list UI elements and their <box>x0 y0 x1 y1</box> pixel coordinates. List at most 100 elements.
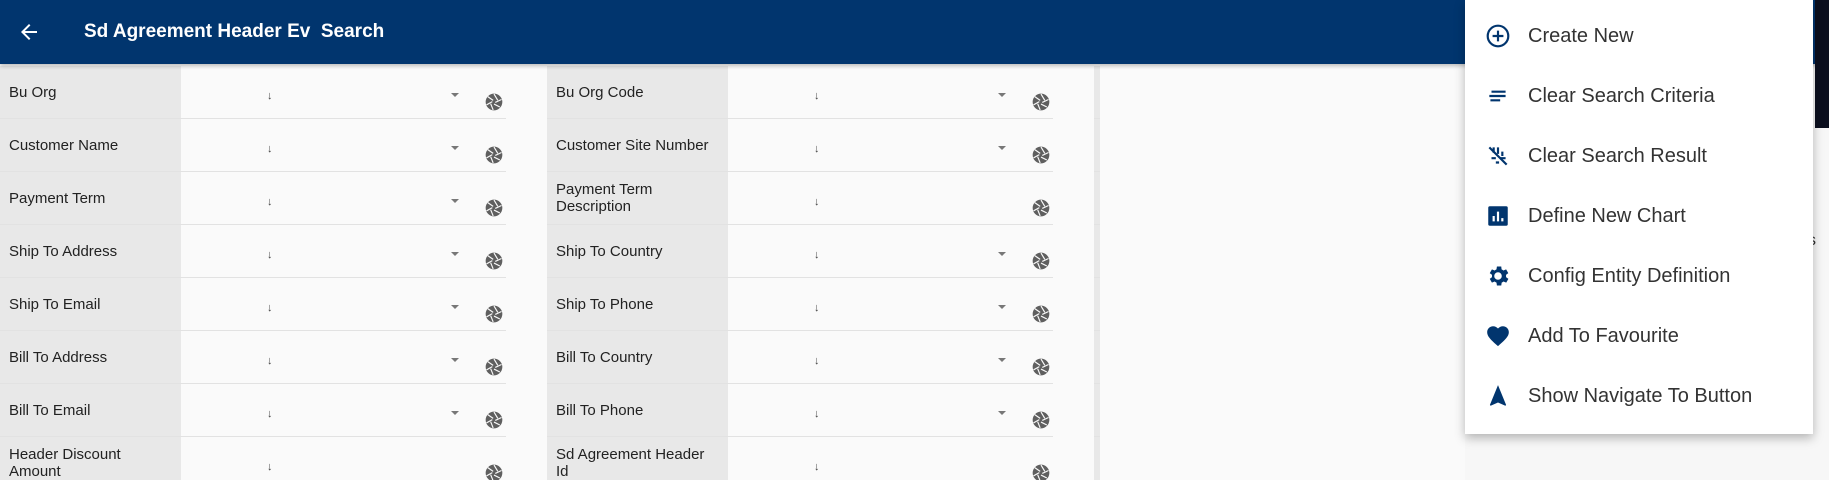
field-input[interactable]: ↓ <box>728 172 1053 224</box>
field-label: Ship To Email <box>0 278 181 330</box>
field-input[interactable]: ↓ <box>728 384 1053 436</box>
dropdown-caret-icon[interactable] <box>451 199 459 203</box>
aperture-icon[interactable] <box>1031 251 1051 271</box>
sort-arrow-icon[interactable]: ↓ <box>814 143 820 155</box>
field-label-text: Customer Site Number <box>556 136 709 154</box>
aperture-icon[interactable] <box>484 145 504 165</box>
menu-item-clear-search-result[interactable]: Clear Search Result <box>1465 126 1813 186</box>
field-input[interactable]: ↓ <box>728 331 1053 383</box>
dropdown-caret-icon[interactable] <box>451 93 459 97</box>
aperture-icon[interactable] <box>1031 357 1051 377</box>
sort-arrow-icon[interactable]: ↓ <box>267 461 273 473</box>
field-row: Header Discount Amount ↓ <box>0 437 506 480</box>
field-row: Sd Agreement Header Id ↓ <box>547 437 1053 480</box>
aperture-icon[interactable] <box>484 410 504 430</box>
sort-arrow-icon[interactable]: ↓ <box>267 249 273 261</box>
aperture-icon[interactable] <box>484 251 504 271</box>
aperture-icon[interactable] <box>1031 463 1051 480</box>
field-input[interactable]: ↓ <box>728 437 1053 480</box>
menu-item-config-entity-definition[interactable]: Config Entity Definition <box>1465 246 1813 306</box>
aperture-icon[interactable] <box>1031 198 1051 218</box>
dropdown-caret-icon[interactable] <box>998 146 1006 150</box>
aperture-icon[interactable] <box>484 357 504 377</box>
field-input[interactable]: ↓ <box>181 119 506 171</box>
sort-arrow-icon[interactable]: ↓ <box>814 249 820 261</box>
plus-circle-icon <box>1485 23 1511 49</box>
field-label: Customer Name <box>0 119 181 171</box>
field-label: Customer Site Number <box>547 119 728 171</box>
sort-arrow-icon[interactable]: ↓ <box>814 196 820 208</box>
field-input[interactable]: ↓ <box>181 225 506 277</box>
field-label: Ship To Address <box>0 225 181 277</box>
search-form: Bu Org ↓ Customer Name ↓ Payment Term ↓ Ship T… <box>0 66 1100 480</box>
field-row: Ship To Phone ↓ <box>547 278 1053 331</box>
aperture-icon[interactable] <box>484 304 504 324</box>
aperture-icon[interactable] <box>484 463 504 480</box>
sort-arrow-icon[interactable]: ↓ <box>267 143 273 155</box>
sort-arrow-icon[interactable]: ↓ <box>814 408 820 420</box>
sort-arrow-icon[interactable]: ↓ <box>267 196 273 208</box>
dropdown-caret-icon[interactable] <box>451 358 459 362</box>
sort-arrow-icon[interactable]: ↓ <box>814 355 820 367</box>
menu-item-show-navigate-to-button[interactable]: Show Navigate To Button <box>1465 366 1813 426</box>
field-input[interactable]: ↓ <box>181 437 506 480</box>
field-label: Ship To Phone <box>547 278 728 330</box>
field-input[interactable]: ↓ <box>181 278 506 330</box>
navigation-arrow-icon <box>1485 383 1511 409</box>
page-title: Sd Agreement Header Ev Search <box>84 21 385 42</box>
clear-lines-icon <box>1485 83 1511 109</box>
menu-item-add-to-favourite[interactable]: Add To Favourite <box>1465 306 1813 366</box>
field-label: Bill To Postal Code <box>1094 331 1100 383</box>
field-row: Customer Site Number ↓ <box>547 119 1053 172</box>
field-input[interactable]: ↓ <box>728 119 1053 171</box>
dropdown-caret-icon[interactable] <box>998 305 1006 309</box>
field-input[interactable]: ↓ <box>181 384 506 436</box>
dropdown-caret-icon[interactable] <box>451 252 459 256</box>
field-label: Bill To Email <box>0 384 181 436</box>
dropdown-caret-icon[interactable] <box>451 146 459 150</box>
field-row: Customer Site Name↓ <box>1094 119 1100 172</box>
field-label: Sd Agreement Header Id <box>547 437 728 480</box>
field-label: Ship To Postal Code <box>1094 225 1100 277</box>
menu-item-define-new-chart[interactable]: Define New Chart <box>1465 186 1813 246</box>
field-input[interactable]: ↓ <box>181 331 506 383</box>
field-label-text: Ship To Country <box>556 242 663 260</box>
field-input[interactable]: ↓ <box>728 278 1053 330</box>
field-input[interactable]: ↓ <box>181 66 506 118</box>
sort-arrow-icon[interactable]: ↓ <box>814 302 820 314</box>
sort-arrow-icon[interactable]: ↓ <box>267 90 273 102</box>
field-row: Src Entity Name↓ <box>1094 437 1100 480</box>
field-label: Bill To Address <box>0 331 181 383</box>
field-input[interactable]: ↓ <box>728 225 1053 277</box>
aperture-icon[interactable] <box>1031 304 1051 324</box>
dropdown-caret-icon[interactable] <box>451 305 459 309</box>
field-label-text: Ship To Phone <box>556 295 654 313</box>
sort-arrow-icon[interactable]: ↓ <box>267 408 273 420</box>
dropdown-caret-icon[interactable] <box>998 93 1006 97</box>
heart-icon <box>1485 323 1511 349</box>
sort-arrow-icon[interactable]: ↓ <box>267 302 273 314</box>
aperture-icon[interactable] <box>1031 410 1051 430</box>
dropdown-caret-icon[interactable] <box>998 358 1006 362</box>
sort-arrow-icon[interactable]: ↓ <box>814 461 820 473</box>
sort-arrow-icon[interactable]: ↓ <box>267 355 273 367</box>
dropdown-caret-icon[interactable] <box>451 411 459 415</box>
back-button[interactable] <box>0 0 58 64</box>
aperture-icon[interactable] <box>484 92 504 112</box>
aperture-icon[interactable] <box>1031 145 1051 165</box>
field-row: Customer Name ↓ <box>0 119 506 172</box>
field-label: Ship To Country <box>547 225 728 277</box>
field-input[interactable]: ↓ <box>181 172 506 224</box>
dropdown-caret-icon[interactable] <box>998 411 1006 415</box>
aperture-icon[interactable] <box>1031 92 1051 112</box>
menu-item-create-new[interactable]: Create New <box>1465 6 1813 66</box>
aperture-icon[interactable] <box>484 198 504 218</box>
dropdown-caret-icon[interactable] <box>998 252 1006 256</box>
field-input[interactable]: ↓ <box>728 66 1053 118</box>
menu-item-clear-search-criteria[interactable]: Clear Search Criteria <box>1465 66 1813 126</box>
field-label-text: Customer Name <box>9 136 119 154</box>
field-label-text: Bill To Phone <box>556 401 644 419</box>
field-label-text: Header Discount Amount <box>9 446 121 480</box>
search-column-3: Customer Number↓Customer Site Name↓Ship … <box>1094 66 1100 480</box>
sort-arrow-icon[interactable]: ↓ <box>814 90 820 102</box>
